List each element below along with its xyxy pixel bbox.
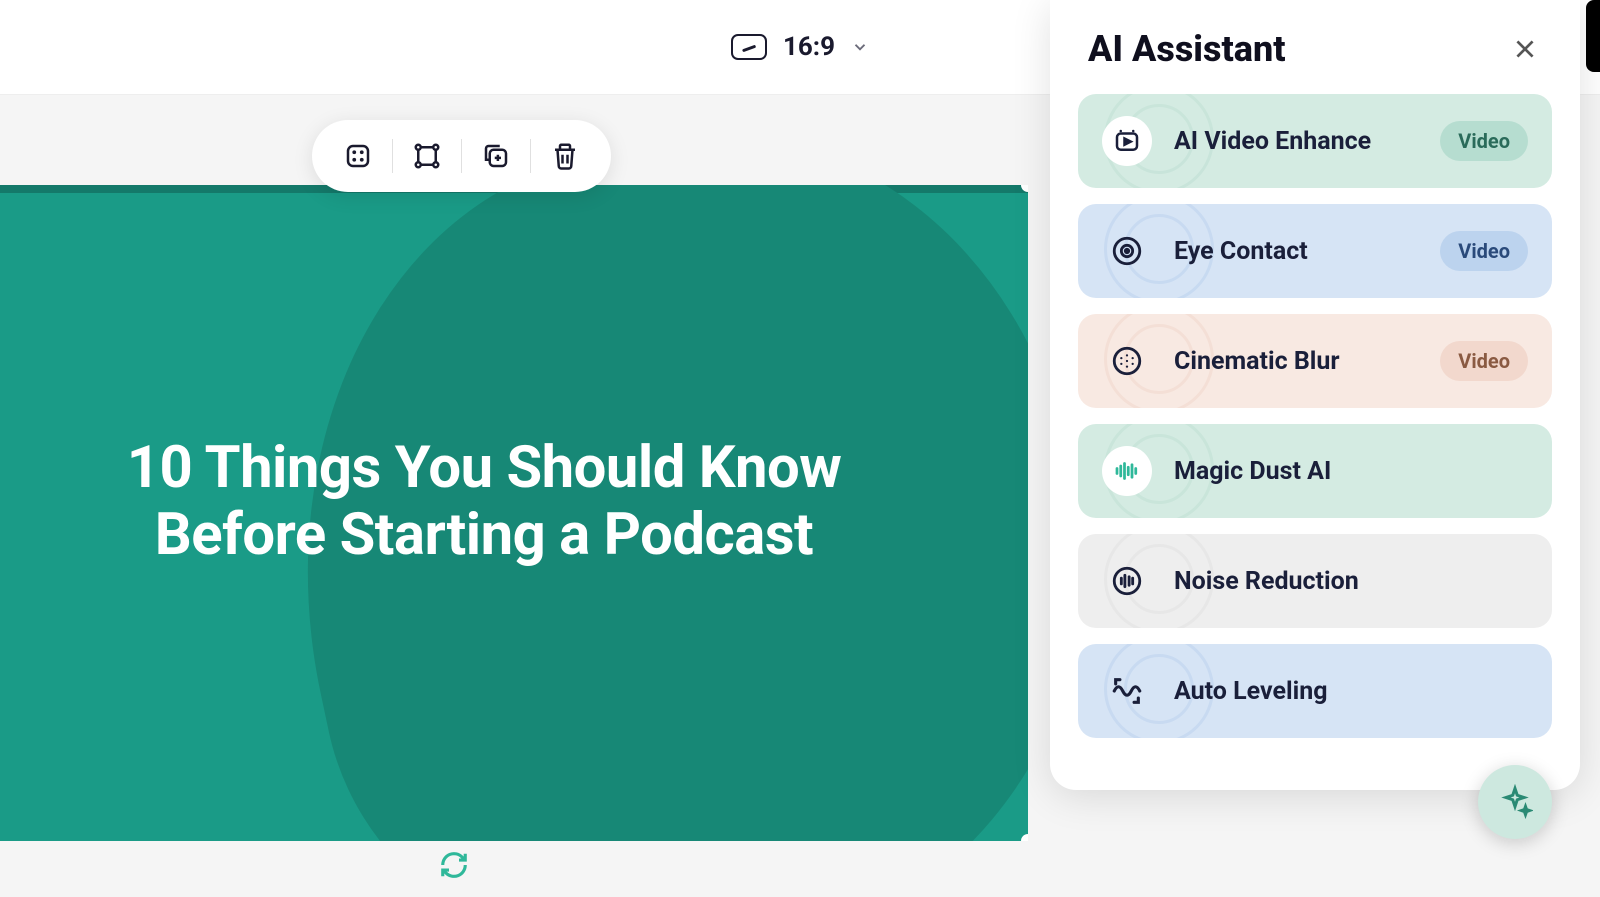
right-edge-handle[interactable] [1586, 0, 1600, 72]
waveform-icon [1102, 446, 1152, 496]
refresh-button[interactable] [432, 843, 476, 887]
toolbar-divider [461, 139, 462, 173]
aspect-ratio-label: 16:9 [783, 32, 835, 62]
aspect-icon [731, 34, 767, 60]
level-icon [1102, 666, 1152, 716]
tool-list: AI Video Enhance Video Eye Contact Video… [1078, 94, 1552, 738]
tool-label: Cinematic Blur [1174, 347, 1418, 376]
resize-handle-bottom-right[interactable] [1021, 834, 1028, 841]
tool-label: Noise Reduction [1174, 567, 1528, 596]
eye-icon [1102, 226, 1152, 276]
floating-toolbar [312, 120, 611, 192]
tool-magic-dust-ai[interactable]: Magic Dust AI [1078, 424, 1552, 518]
blur-icon [1102, 336, 1152, 386]
video-frame[interactable]: 10 Things You Should Know Before Startin… [0, 185, 1028, 841]
tool-cinematic-blur[interactable]: Cinematic Blur Video [1078, 314, 1552, 408]
tool-badge: Video [1440, 231, 1528, 271]
close-button[interactable] [1508, 32, 1542, 66]
ai-sparkle-fab[interactable] [1478, 765, 1552, 839]
panel-header: AI Assistant [1078, 28, 1552, 70]
tool-badge: Video [1440, 121, 1528, 161]
tool-noise-reduction[interactable]: Noise Reduction [1078, 534, 1552, 628]
tool-eye-contact[interactable]: Eye Contact Video [1078, 204, 1552, 298]
tool-badge: Video [1440, 341, 1528, 381]
enhance-icon [1102, 116, 1152, 166]
tool-label: Magic Dust AI [1174, 457, 1528, 486]
toolbar-divider [392, 139, 393, 173]
tool-label: AI Video Enhance [1174, 127, 1418, 156]
chevron-down-icon [851, 38, 869, 56]
tool-auto-leveling[interactable]: Auto Leveling [1078, 644, 1552, 738]
toolbar-divider [530, 139, 531, 173]
aspect-ratio-selector[interactable]: 16:9 [731, 32, 869, 62]
duplicate-button[interactable] [470, 132, 522, 180]
video-headline: 10 Things You Should Know Before Startin… [60, 435, 908, 568]
tool-label: Auto Leveling [1174, 677, 1528, 706]
noise-icon [1102, 556, 1152, 606]
delete-button[interactable] [539, 132, 591, 180]
tool-ai-video-enhance[interactable]: AI Video Enhance Video [1078, 94, 1552, 188]
canvas-area: 10 Things You Should Know Before Startin… [0, 95, 1035, 897]
ai-assistant-panel: AI Assistant AI Video Enhance Video Eye … [1050, 0, 1580, 790]
panel-title: AI Assistant [1088, 28, 1286, 70]
crop-button[interactable] [401, 132, 453, 180]
fullscreen-button[interactable] [332, 132, 384, 180]
tool-label: Eye Contact [1174, 237, 1418, 266]
resize-handle-top-right[interactable] [1021, 185, 1028, 192]
